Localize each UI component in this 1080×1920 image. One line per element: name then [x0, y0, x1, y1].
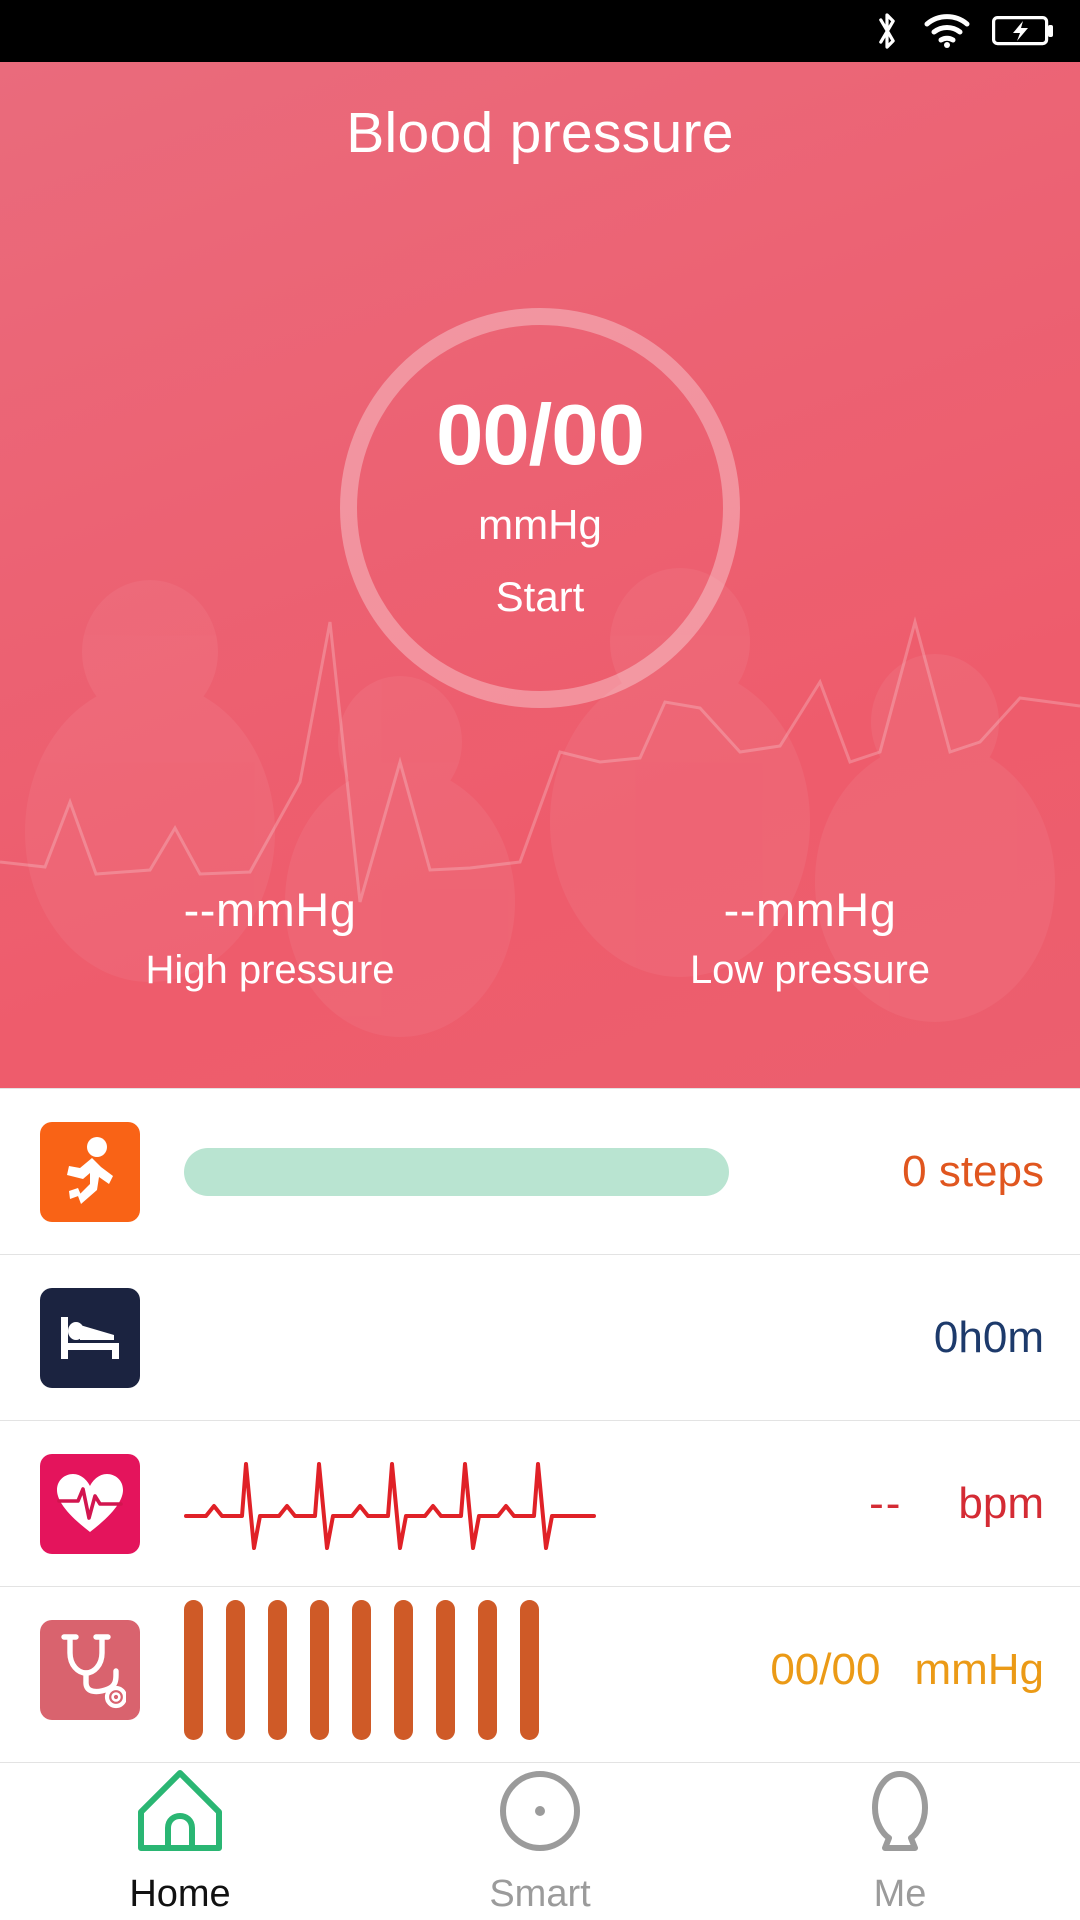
bar [520, 1599, 539, 1740]
gauge-content: 00/00 mmHg Start [357, 325, 723, 691]
steps-progress [140, 1147, 902, 1196]
stethoscope-icon [40, 1619, 140, 1720]
steps-row[interactable]: 0 steps [0, 1088, 1080, 1254]
heart-rate-unit: bpm [958, 1478, 1044, 1528]
tab-me-label: Me [873, 1872, 927, 1915]
bottom-navigation: Home Smart Me [0, 1762, 1080, 1920]
bar [478, 1599, 497, 1740]
blood-pressure-row[interactable]: 00/00 mmHg [0, 1586, 1080, 1752]
tab-home-label: Home [129, 1872, 231, 1915]
heart-rate-row[interactable]: -- bpm [0, 1420, 1080, 1586]
high-pressure-value: --mmHg [183, 883, 357, 936]
tab-me[interactable]: Me [720, 1763, 1080, 1920]
heart-rate-value-group: -- bpm [869, 1479, 1044, 1529]
blood-pressure-gauge[interactable]: 00/00 mmHg Start [340, 308, 740, 708]
tab-home[interactable]: Home [0, 1763, 360, 1920]
low-pressure-value: --mmHg [723, 883, 897, 936]
bar [394, 1599, 413, 1740]
bar [352, 1599, 371, 1740]
low-pressure-label: Low pressure [689, 947, 931, 992]
heart-rate-waveform [140, 1444, 869, 1564]
page-title: Blood pressure [346, 101, 734, 165]
high-pressure-reading: --mmHg High pressure [0, 884, 540, 992]
sleep-value-group: 0h0m [934, 1313, 1044, 1363]
bar [268, 1599, 287, 1740]
gauge-unit: mmHg [478, 500, 602, 548]
bar-group [184, 1599, 539, 1740]
steps-value-group: 0 steps [902, 1147, 1044, 1197]
status-bar [0, 0, 1080, 62]
heart-pulse-icon [40, 1453, 140, 1554]
circle-dot-icon [497, 1768, 583, 1859]
steps-progress-bar [184, 1147, 729, 1196]
bar [226, 1599, 245, 1740]
bar [436, 1599, 455, 1740]
wifi-icon [924, 13, 970, 49]
gauge-value: 00/00 [436, 387, 645, 483]
pressure-readings: --mmHg High pressure --mmHg Low pressure [0, 884, 1080, 992]
person-icon [857, 1768, 943, 1859]
steps-value: 0 steps [902, 1146, 1044, 1196]
home-icon [134, 1768, 226, 1859]
blood-pressure-unit: mmHg [914, 1644, 1044, 1694]
bar [310, 1599, 329, 1740]
bluetooth-icon [872, 10, 902, 52]
blood-pressure-value: 00/00 [770, 1644, 881, 1694]
metric-rows: 0 steps 0h0m -- bpm 00/00 mmHg [0, 1088, 1080, 1752]
low-pressure-reading: --mmHg Low pressure [540, 884, 1080, 992]
sleep-value: 0h0m [933, 1312, 1044, 1362]
blood-pressure-bars [140, 1599, 770, 1740]
bar [184, 1599, 203, 1740]
start-button[interactable]: Start [496, 575, 585, 618]
heart-rate-value: -- [869, 1478, 903, 1528]
blood-pressure-hero: Blood pressure 00/00 mmHg Start --mmHg H… [0, 62, 1080, 1088]
high-pressure-label: High pressure [145, 947, 395, 992]
battery-charging-icon [992, 15, 1054, 47]
tab-smart-label: Smart [489, 1872, 591, 1915]
tab-smart[interactable]: Smart [360, 1763, 720, 1920]
blood-pressure-value-group: 00/00 mmHg [770, 1645, 1044, 1695]
bed-icon [40, 1287, 140, 1388]
app-root: Blood pressure 00/00 mmHg Start --mmHg H… [0, 0, 1080, 1920]
running-icon [40, 1121, 140, 1222]
sleep-row[interactable]: 0h0m [0, 1254, 1080, 1420]
ecg-waveform [184, 1461, 596, 1550]
